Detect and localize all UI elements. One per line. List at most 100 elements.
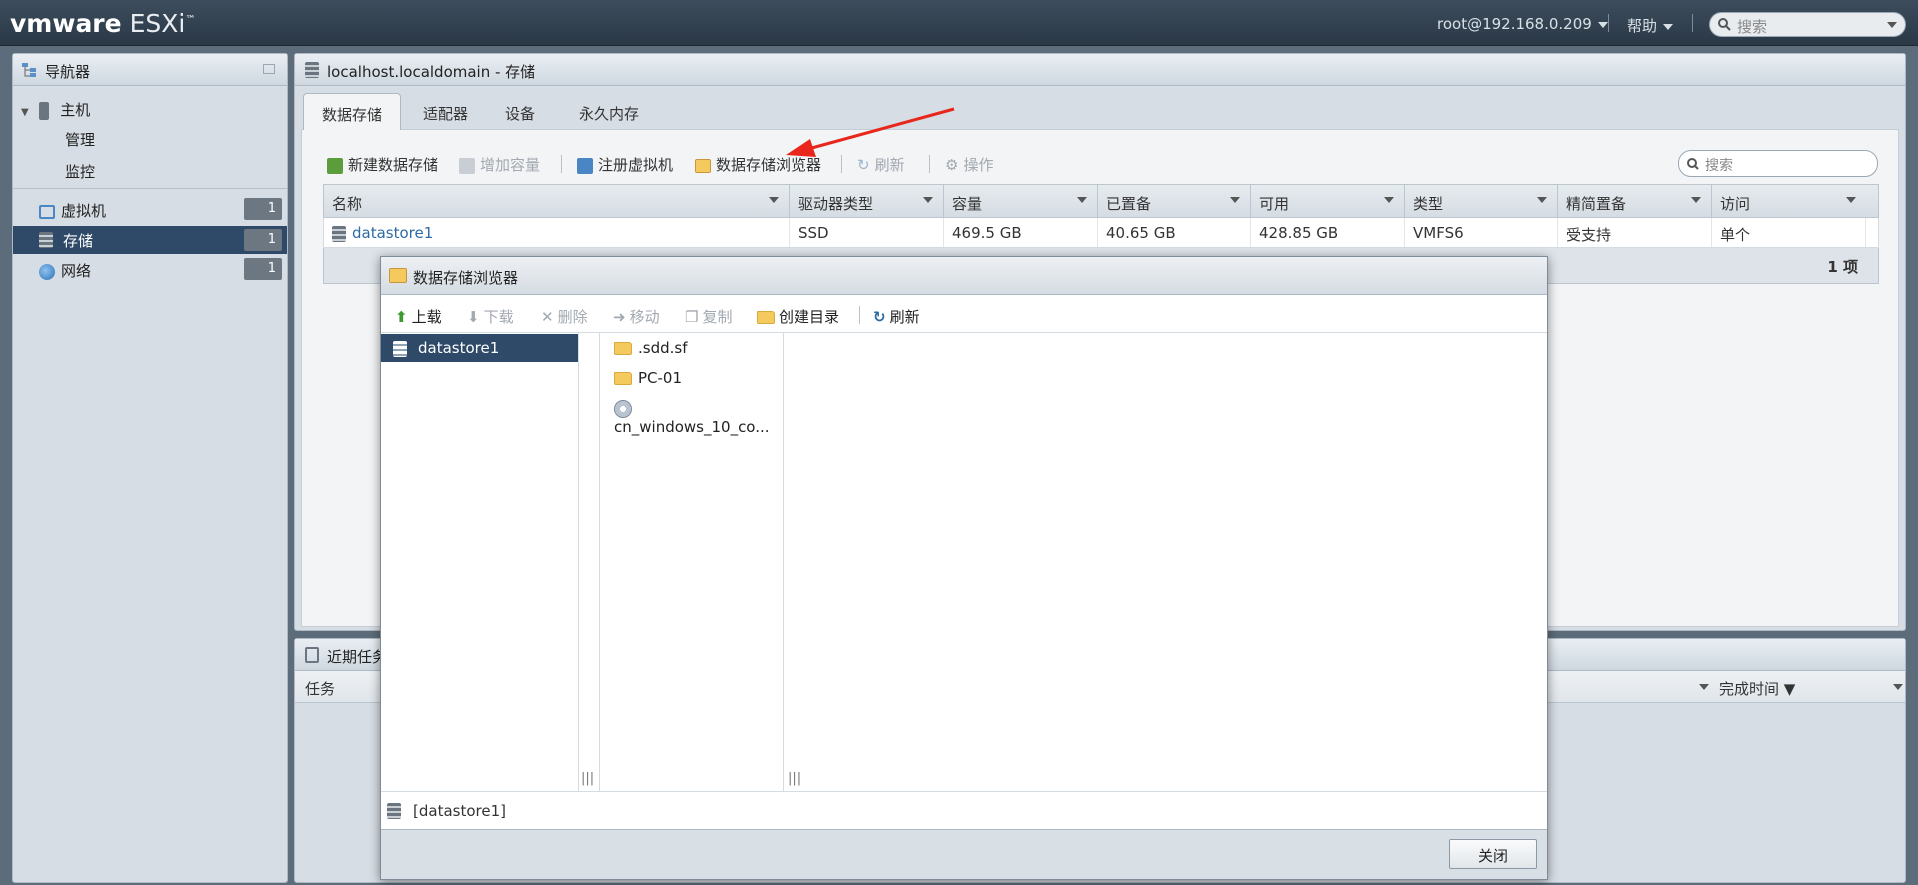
navigator-header: 导航器	[13, 54, 287, 86]
col-type[interactable]: 类型	[1405, 185, 1558, 217]
move-icon: ➜	[613, 308, 626, 326]
refresh-icon: ↻	[857, 156, 870, 174]
vm-icon	[39, 204, 55, 219]
tab-datastores[interactable]: 数据存储	[303, 93, 402, 130]
col-drive-type[interactable]: 驱动器类型	[790, 185, 944, 217]
cell-access: 单个	[1712, 218, 1866, 247]
navigator-title: 导航器	[45, 63, 91, 81]
divider	[1692, 14, 1693, 32]
divider	[929, 155, 930, 173]
datastore-item[interactable]: datastore1	[381, 334, 578, 362]
actions-button[interactable]: ⚙ 操作	[945, 154, 993, 175]
vmware-logo: vmware ESXi™	[10, 9, 196, 38]
annotation-arrow	[786, 107, 955, 157]
host-icon	[39, 101, 50, 120]
top-search-input[interactable]: 搜索	[1709, 12, 1906, 37]
tasks-icon	[305, 647, 319, 663]
divider	[1608, 14, 1609, 32]
register-vm-button[interactable]: 注册虚拟机	[577, 154, 673, 175]
datastore-browser-icon	[695, 158, 711, 173]
datastore-browser-button[interactable]: 数据存储浏览器	[695, 154, 821, 175]
table-row[interactable]: datastore1 SSD 469.5 GB 40.65 GB 428.85 …	[323, 218, 1879, 248]
chevron-down-icon[interactable]	[1893, 684, 1903, 690]
new-datastore-icon	[327, 157, 343, 174]
network-icon	[39, 263, 55, 280]
dialog-toolbar: ⬆ 上载 ⬇ 下载 ✕ 删除 ➜ 移动 ❐ 复制 创建目录 ↻ 刷新	[381, 295, 1547, 333]
col-completed[interactable]: 完成时间 ▼	[1719, 678, 1795, 699]
vm-count-badge: 1	[244, 198, 282, 220]
tab-persistent-memory[interactable]: 永久内存	[561, 93, 657, 129]
dialog-title: 数据存储浏览器	[413, 269, 519, 287]
refresh-button[interactable]: ↻ 刷新	[857, 154, 905, 175]
current-path: [datastore1]	[381, 791, 1547, 829]
dialog-refresh-button[interactable]: ↻ 刷新	[873, 306, 920, 327]
disc-icon	[614, 399, 632, 418]
delete-button[interactable]: ✕ 删除	[541, 306, 588, 327]
expand-icon: ▼	[21, 107, 29, 118]
list-item[interactable]: PC-01	[614, 369, 682, 387]
tab-devices[interactable]: 设备	[487, 93, 553, 129]
cell-name[interactable]: datastore1	[324, 218, 790, 247]
cell-capacity: 469.5 GB	[944, 218, 1098, 247]
datastore-browser-dialog: 数据存储浏览器 ⬆ 上载 ⬇ 下载 ✕ 删除 ➜ 移动 ❐ 复制 创建目录 ↻ 刷新 dat…	[380, 256, 1548, 880]
nav-vms[interactable]: 虚拟机	[39, 200, 106, 221]
col-free[interactable]: 可用	[1251, 185, 1405, 217]
search-icon	[1718, 18, 1731, 31]
datastore-browser-icon	[389, 268, 407, 283]
new-datastore-button[interactable]: 新建数据存储	[327, 154, 438, 175]
col-capacity[interactable]: 容量	[944, 185, 1098, 217]
cell-thin-provisioning: 受支持	[1558, 218, 1712, 247]
folder-list-pane: .sdd.sf PC-01 cn_windows_10_co... |||	[599, 333, 801, 791]
folder-icon	[614, 342, 632, 355]
storage-count-badge: 1	[244, 229, 282, 251]
col-thin-provisioning[interactable]: 精简置备	[1558, 185, 1712, 217]
nav-manage[interactable]: 管理	[65, 129, 95, 150]
dialog-title-bar: 数据存储浏览器	[381, 257, 1547, 295]
cell-type: VMFS6	[1405, 218, 1558, 247]
close-button[interactable]: 关闭	[1449, 839, 1537, 869]
resize-handle[interactable]: |||	[581, 771, 594, 786]
create-directory-button[interactable]: 创建目录	[757, 306, 839, 327]
storage-icon	[39, 232, 53, 248]
user-menu[interactable]: root@192.168.0.209	[1437, 15, 1608, 33]
move-button[interactable]: ➜ 移动	[613, 306, 660, 327]
download-button[interactable]: ⬇ 下载	[467, 306, 514, 327]
navigator-icon	[22, 63, 36, 77]
storage-icon	[305, 62, 319, 78]
nav-network[interactable]: 网络	[39, 260, 91, 281]
col-provisioned[interactable]: 已置备	[1098, 185, 1251, 217]
gear-icon: ⚙	[945, 156, 959, 174]
col-task[interactable]: 任务	[305, 678, 335, 699]
increase-capacity-button[interactable]: 增加容量	[459, 154, 540, 175]
increase-capacity-icon	[459, 157, 475, 174]
navigator-panel: 导航器 ▼ 主机 管理 监控 虚拟机 1 存储 1 网络 1	[12, 53, 288, 883]
item-count: 1 项	[1827, 258, 1858, 276]
datastore-icon	[393, 341, 407, 357]
cell-free: 428.85 GB	[1251, 218, 1405, 247]
datastore-list-pane: datastore1 |||	[381, 333, 594, 791]
col-name[interactable]: 名称	[324, 185, 790, 217]
divider	[859, 306, 860, 324]
storage-header: localhost.localdomain - 存储	[295, 54, 1905, 86]
top-bar: vmware ESXi™ root@192.168.0.209 帮助 搜索	[0, 0, 1918, 46]
nav-monitor[interactable]: 监控	[65, 161, 95, 182]
host-item[interactable]: ▼ 主机	[21, 99, 90, 120]
help-menu[interactable]: 帮助	[1627, 15, 1674, 36]
chevron-down-icon[interactable]	[1699, 684, 1709, 690]
resize-handle[interactable]: |||	[788, 771, 801, 786]
datastore-icon	[332, 225, 346, 242]
collapse-icon[interactable]	[263, 64, 275, 74]
divider	[561, 155, 562, 173]
network-count-badge: 1	[244, 258, 282, 280]
divider	[841, 155, 842, 173]
list-item[interactable]: cn_windows_10_co...	[614, 399, 783, 436]
upload-button[interactable]: ⬆ 上载	[395, 306, 442, 327]
cell-drive-type: SSD	[790, 218, 944, 247]
nav-storage[interactable]: 存储 1	[13, 226, 287, 254]
datastore-search-input[interactable]: 搜索	[1678, 150, 1878, 177]
copy-button[interactable]: ❐ 复制	[685, 306, 732, 327]
list-item[interactable]: .sdd.sf	[614, 339, 688, 357]
tab-adapters[interactable]: 适配器	[405, 93, 486, 129]
col-access[interactable]: 访问	[1712, 185, 1866, 217]
register-vm-icon	[577, 157, 593, 174]
